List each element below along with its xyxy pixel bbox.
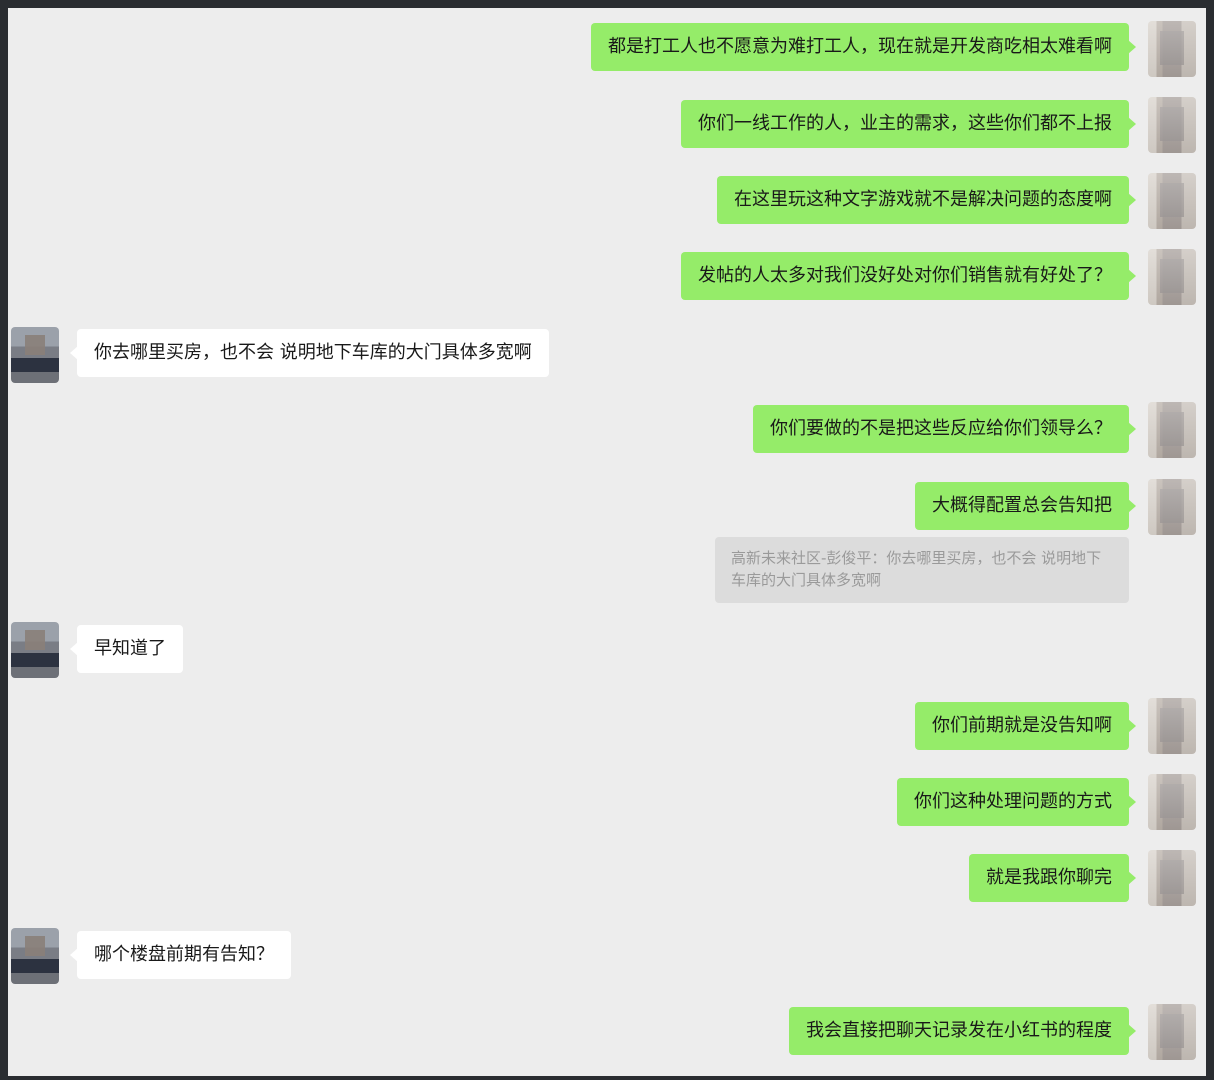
- my-avatar[interactable]: [1148, 173, 1196, 229]
- quoted-message[interactable]: 高新未来社区-彭俊平：你去哪里买房，也不会 说明地下车库的大门具体多宽啊: [715, 537, 1129, 603]
- my-avatar[interactable]: [1148, 479, 1196, 535]
- message-bubble-sent[interactable]: 你们前期就是没告知啊: [915, 702, 1136, 750]
- message-bubble-received[interactable]: 哪个楼盘前期有告知？: [70, 931, 291, 979]
- message-bubble-sent[interactable]: 你们要做的不是把这些反应给你们领导么？: [753, 405, 1136, 453]
- my-avatar[interactable]: [1148, 402, 1196, 458]
- my-avatar[interactable]: [1148, 97, 1196, 153]
- chat-window: 都是打工人也不愿意为难打工人，现在就是开发商吃相太难看啊 你们一线工作的人，业主…: [8, 8, 1206, 1076]
- my-avatar[interactable]: [1148, 21, 1196, 77]
- contact-avatar[interactable]: [11, 327, 59, 383]
- message-bubble-received[interactable]: 早知道了: [70, 625, 183, 673]
- message-bubble-sent[interactable]: 我会直接把聊天记录发在小红书的程度: [789, 1007, 1136, 1055]
- message-bubble-sent[interactable]: 都是打工人也不愿意为难打工人，现在就是开发商吃相太难看啊: [591, 23, 1136, 71]
- contact-avatar[interactable]: [11, 928, 59, 984]
- message-bubble-received[interactable]: 你去哪里买房，也不会 说明地下车库的大门具体多宽啊: [70, 329, 549, 377]
- message-bubble-sent[interactable]: 在这里玩这种文字游戏就不是解决问题的态度啊: [717, 176, 1136, 224]
- my-avatar[interactable]: [1148, 249, 1196, 305]
- my-avatar[interactable]: [1148, 1004, 1196, 1060]
- contact-avatar[interactable]: [11, 622, 59, 678]
- message-bubble-sent[interactable]: 发帖的人太多对我们没好处对你们销售就有好处了？: [681, 252, 1136, 300]
- my-avatar[interactable]: [1148, 774, 1196, 830]
- message-bubble-sent[interactable]: 大概得配置总会告知把: [915, 482, 1136, 530]
- message-bubble-sent[interactable]: 你们一线工作的人，业主的需求，这些你们都不上报: [681, 100, 1136, 148]
- message-bubble-sent[interactable]: 你们这种处理问题的方式: [897, 778, 1136, 826]
- message-bubble-sent[interactable]: 就是我跟你聊完: [969, 854, 1136, 902]
- my-avatar[interactable]: [1148, 850, 1196, 906]
- my-avatar[interactable]: [1148, 698, 1196, 754]
